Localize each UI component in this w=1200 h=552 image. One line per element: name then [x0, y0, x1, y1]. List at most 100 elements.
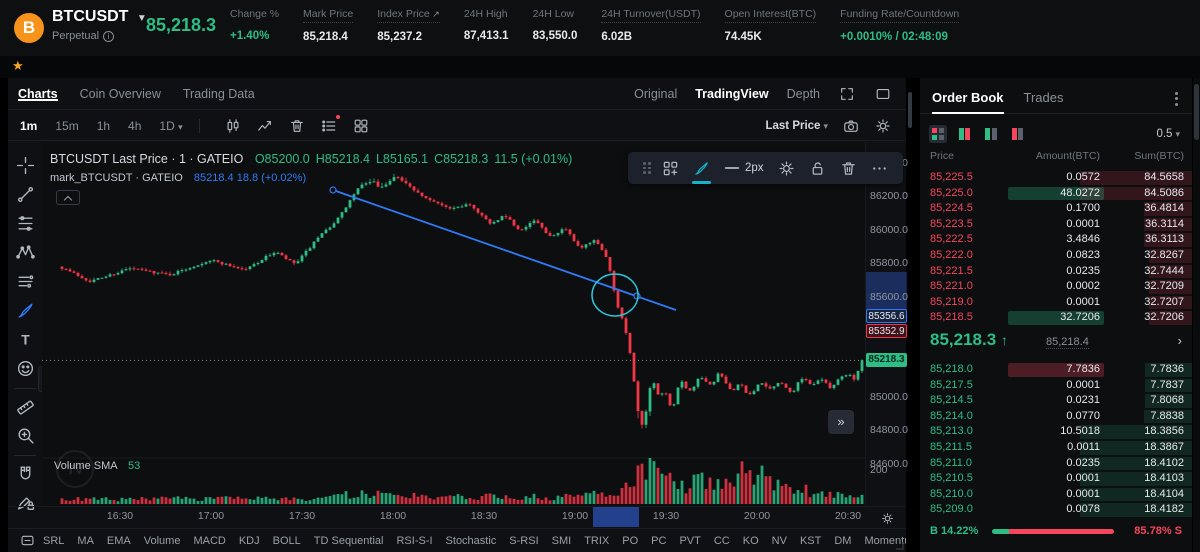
indicator-boll[interactable]: BOLL	[273, 535, 301, 547]
indicator-dm[interactable]: DM	[834, 535, 851, 547]
tool-crosshair[interactable]	[12, 152, 38, 178]
ask-row[interactable]: 85,224.50.170036.4814	[920, 201, 1192, 217]
template-plus-icon[interactable]	[662, 160, 679, 177]
external-link-icon[interactable]: ↗	[430, 9, 440, 19]
tool-magnet[interactable]	[12, 460, 38, 486]
tab-trading-data[interactable]: Trading Data	[183, 87, 255, 101]
indicator-srl[interactable]: SRL	[43, 535, 64, 547]
tab-charts[interactable]: Charts	[18, 87, 58, 101]
ask-row[interactable]: 85,223.50.000136.3114	[920, 217, 1192, 233]
page-scrollbar[interactable]	[1193, 78, 1200, 552]
tool-text[interactable]: T	[12, 326, 38, 352]
line-width-selector[interactable]: 2px	[724, 160, 764, 176]
ask-row[interactable]: 85,221.50.023532.7444	[920, 264, 1192, 280]
view-mode-tradingview[interactable]: TradingView	[695, 87, 768, 101]
gear-icon[interactable]	[778, 160, 795, 177]
indicator-volume[interactable]: Volume	[144, 535, 181, 547]
fullscreen-icon[interactable]	[838, 85, 856, 103]
favorite-star-icon[interactable]: ★	[12, 58, 24, 74]
ask-row[interactable]: 85,218.532.720632.7206	[920, 310, 1192, 326]
bid-row[interactable]: 85,213.010.501818.3856	[920, 424, 1192, 440]
ask-row[interactable]: 85,222.00.082332.8267	[920, 248, 1192, 264]
ob-mode-side-by-side[interactable]	[956, 125, 974, 143]
interval-1m[interactable]: 1m	[20, 119, 37, 133]
indicator-kdj[interactable]: KDJ	[239, 535, 260, 547]
indicator-ko[interactable]: KO	[743, 535, 759, 547]
ask-row[interactable]: 85,221.00.000232.7209	[920, 279, 1192, 295]
bid-row[interactable]: 85,214.50.02317.8068	[920, 393, 1192, 409]
price-type-dropdown[interactable]: Last Price▾	[765, 120, 828, 132]
ob-mode-asks-only[interactable]	[1009, 125, 1027, 143]
tool-ruler[interactable]	[12, 393, 38, 419]
layout-grid-icon[interactable]	[352, 117, 370, 135]
bid-row[interactable]: 85,211.00.023518.4102	[920, 456, 1192, 472]
drawing-list-icon[interactable]	[320, 117, 338, 135]
trash-icon[interactable]	[840, 160, 857, 177]
ask-row[interactable]: 85,222.53.484636.3113	[920, 232, 1192, 248]
indicator-nv[interactable]: NV	[772, 535, 787, 547]
ob-tab-order-book[interactable]: Order Book	[932, 84, 1004, 114]
bid-row[interactable]: 85,210.00.000118.4104	[920, 487, 1192, 503]
kebab-menu-icon[interactable]	[1171, 88, 1182, 110]
order-book-mid[interactable]: 85,218.3 ↑ 85,218.4 ›	[920, 328, 1192, 358]
symbol-selector[interactable]: BTCUSDT ▼	[52, 8, 147, 26]
tool-brush[interactable]	[12, 297, 38, 323]
ob-mode-split[interactable]	[929, 125, 947, 143]
time-axis[interactable]: 16:3017:0017:3018:0018:3019:0019:3020:00…	[8, 506, 906, 526]
indicator-smi[interactable]: SMI	[552, 535, 572, 547]
ask-row[interactable]: 85,225.048.027284.5086	[920, 186, 1192, 202]
tool-trend-line[interactable]	[12, 181, 38, 207]
indicator-macd[interactable]: MACD	[193, 535, 225, 547]
gear-icon[interactable]	[874, 117, 892, 135]
ob-mode-bids-only[interactable]	[982, 125, 1000, 143]
indicator-po[interactable]: PO	[622, 535, 638, 547]
tab-coin-overview[interactable]: Coin Overview	[80, 87, 161, 101]
view-mode-original[interactable]: Original	[634, 87, 677, 101]
indicator-stochastic[interactable]: Stochastic	[446, 535, 497, 547]
bid-row[interactable]: 85,218.07.78367.7836	[920, 362, 1192, 378]
resize-grip[interactable]	[896, 542, 904, 550]
indicator-trix[interactable]: TRIX	[584, 535, 609, 547]
chevron-right-icon[interactable]: ›	[1178, 333, 1182, 348]
indicator-ma[interactable]: MA	[77, 535, 94, 547]
precision-dropdown[interactable]: 0.5▾	[1156, 128, 1180, 140]
interval-4h[interactable]: 4h	[128, 119, 141, 133]
active-brush-tool-icon[interactable]	[693, 160, 710, 177]
price-axis[interactable]: 86400.086200.086000.085800.085600.085000…	[865, 142, 906, 506]
tool-emoji[interactable]	[12, 355, 38, 381]
indicator-cc[interactable]: CC	[714, 535, 730, 547]
mid-mark-price[interactable]: 85,218.4	[1046, 336, 1089, 349]
panel-scrollbar-thumb[interactable]	[908, 92, 912, 128]
tool-xabcd-pattern[interactable]	[12, 239, 38, 265]
more-dots-icon[interactable]	[871, 160, 888, 177]
indicator-td-sequential[interactable]: TD Sequential	[314, 535, 384, 547]
indicators-icon[interactable]	[256, 117, 274, 135]
popout-window-icon[interactable]	[874, 85, 892, 103]
interval-dropdown[interactable]: 1D ▾	[159, 119, 182, 133]
tool-projection[interactable]	[12, 268, 38, 294]
scroll-to-recent-button[interactable]: »	[828, 410, 854, 434]
toolbar-drag-handle[interactable]	[643, 162, 651, 174]
lock-open-icon[interactable]	[809, 160, 826, 177]
candle-style-icon[interactable]	[224, 117, 242, 135]
bid-row[interactable]: 85,217.50.00017.7837	[920, 378, 1192, 394]
bid-row[interactable]: 85,210.50.000118.4103	[920, 471, 1192, 487]
tool-zoom-in[interactable]	[12, 422, 38, 448]
candlestick-chart[interactable]	[42, 142, 865, 506]
ob-tab-trades[interactable]: Trades	[1024, 84, 1064, 114]
indicator-pvt[interactable]: PVT	[679, 535, 700, 547]
bid-row[interactable]: 85,214.00.07707.8838	[920, 409, 1192, 425]
camera-icon[interactable]	[842, 117, 860, 135]
interval-1h[interactable]: 1h	[97, 119, 110, 133]
bid-row[interactable]: 85,209.00.007818.4182	[920, 502, 1192, 518]
bid-row[interactable]: 85,211.50.001118.3867	[920, 440, 1192, 456]
ask-row[interactable]: 85,219.00.000132.7207	[920, 295, 1192, 311]
view-mode-depth[interactable]: Depth	[787, 87, 820, 101]
indicator-pc[interactable]: PC	[651, 535, 666, 547]
indicator-kst[interactable]: KST	[800, 535, 821, 547]
ask-row[interactable]: 85,225.50.057284.5658	[920, 170, 1192, 186]
legend-collapse-button[interactable]	[56, 190, 80, 205]
tool-fib-retracement[interactable]	[12, 210, 38, 236]
indicator-ema[interactable]: EMA	[107, 535, 131, 547]
info-icon[interactable]: i	[103, 31, 114, 42]
